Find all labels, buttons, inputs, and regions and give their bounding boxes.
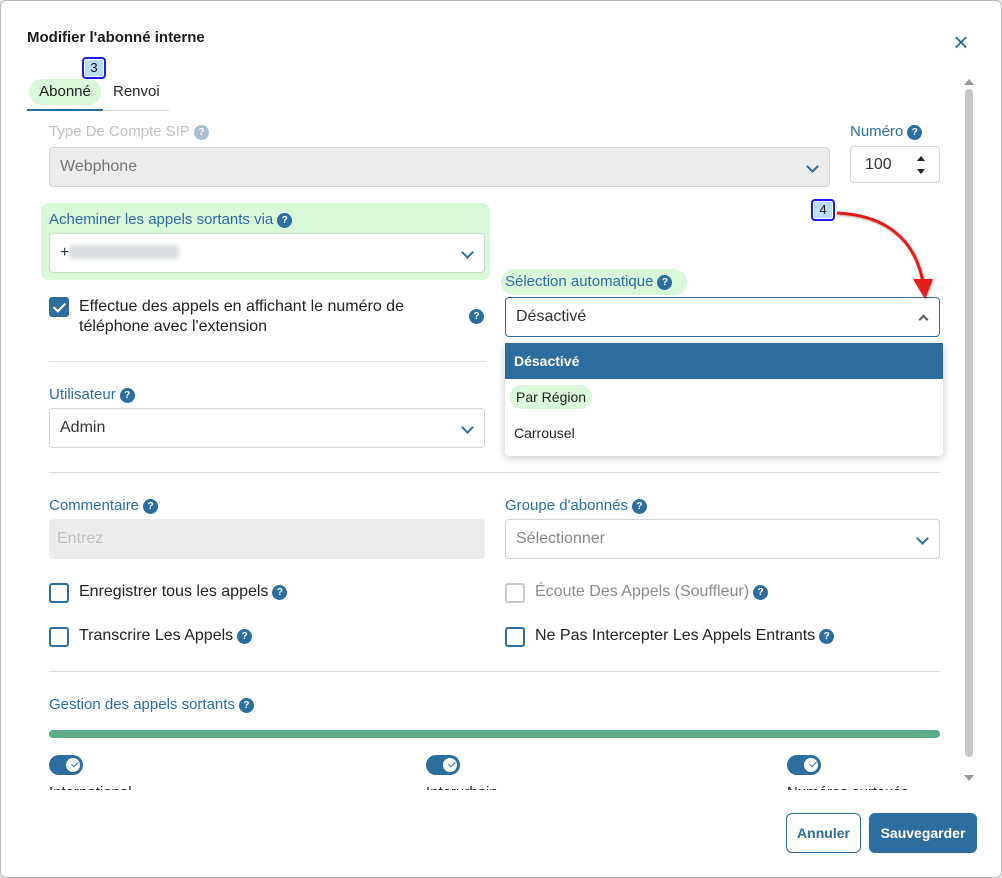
auto-selection-label: Sélection automatique?: [505, 273, 673, 290]
annotation-badge-3: 3: [82, 57, 106, 79]
no-intercept-label-text: Ne Pas Intercepter Les Appels Entrants: [535, 627, 816, 644]
sip-type-select: Webphone: [49, 147, 830, 187]
chevron-down-icon: [461, 421, 474, 434]
sip-type-label: Type De Compte SIP?: [49, 123, 209, 140]
outgoing-route-label-text: Acheminer les appels sortants via: [49, 211, 274, 228]
scrollbar-thumb[interactable]: [965, 89, 973, 757]
help-icon[interactable]: ?: [657, 275, 673, 290]
user-label: Utilisateur?: [49, 386, 135, 403]
subscriber-group-label-text: Groupe d'abonnés: [505, 497, 628, 514]
show-number-checkbox[interactable]: [49, 297, 69, 317]
number-value: 100: [865, 156, 892, 173]
dropdown-option-disabled[interactable]: Désactivé: [505, 343, 943, 379]
toggle-international[interactable]: [49, 755, 83, 775]
auto-selection-label-text: Sélection automatique: [505, 273, 654, 290]
tab-forwarding[interactable]: Renvoi: [103, 79, 170, 105]
auto-selection-value: Désactivé: [516, 308, 587, 325]
sip-type-value: Webphone: [60, 158, 138, 175]
number-label-text: Numéro: [850, 123, 904, 140]
subscriber-group-label: Groupe d'abonnés?: [505, 497, 647, 514]
record-calls-checkbox[interactable]: [49, 583, 69, 603]
user-label-text: Utilisateur: [49, 386, 116, 403]
divider: [49, 671, 940, 672]
help-icon[interactable]: ?: [238, 698, 254, 713]
annotation-arrow-icon: [836, 211, 933, 299]
subscriber-group-placeholder: Sélectionner: [516, 530, 605, 547]
comment-input[interactable]: Entrez: [49, 519, 485, 559]
edit-subscriber-modal: Modifier l'abonné interne × Abonné Renvo…: [0, 0, 1002, 878]
comment-label: Commentaire?: [49, 497, 159, 514]
dropdown-option-by-region[interactable]: Par Région: [505, 379, 943, 415]
outgoing-route-label: Acheminer les appels sortants via?: [49, 211, 293, 228]
active-tab-indicator: [27, 109, 103, 111]
sip-type-label-text: Type De Compte SIP: [49, 123, 190, 140]
help-icon[interactable]: ?: [469, 309, 484, 324]
no-intercept-checkbox[interactable]: [505, 627, 525, 647]
help-icon[interactable]: ?: [237, 629, 253, 644]
listen-calls-checkbox[interactable]: [505, 583, 525, 603]
scroll-up-icon[interactable]: [964, 79, 974, 85]
dropdown-option-by-region-label: Par Région: [510, 385, 593, 409]
transcribe-calls-checkbox[interactable]: [49, 627, 69, 647]
listen-calls-label: Écoute Des Appels (Souffleur)?: [535, 583, 769, 601]
record-calls-label-text: Enregistrer tous les appels: [79, 583, 269, 600]
outgoing-route-select[interactable]: +: [49, 233, 485, 273]
subscriber-group-select[interactable]: Sélectionner: [505, 519, 940, 559]
chevron-down-icon: [806, 160, 819, 173]
help-icon[interactable]: ?: [277, 213, 293, 228]
no-intercept-label: Ne Pas Intercepter Les Appels Entrants?: [535, 627, 835, 645]
comment-placeholder: Entrez: [57, 530, 104, 547]
toggle-premium-numbers[interactable]: [787, 755, 821, 775]
divider: [49, 472, 940, 473]
outgoing-route-value: +: [60, 244, 70, 261]
comment-label-text: Commentaire: [49, 497, 140, 514]
number-stepper[interactable]: 100: [850, 146, 940, 183]
tab-bar: Abonné Renvoi: [27, 77, 169, 111]
tab-subscriber[interactable]: Abonné: [29, 79, 101, 105]
toggle-international-label: International: [49, 784, 132, 790]
outgoing-management-label-text: Gestion des appels sortants: [49, 696, 235, 713]
chevron-down-icon: [916, 532, 929, 545]
toggle-premium-numbers-label: Numéros surtaxés: [787, 784, 909, 790]
stepper-arrows-icon[interactable]: [917, 155, 927, 177]
help-icon[interactable]: ?: [753, 585, 769, 600]
help-icon[interactable]: ?: [119, 388, 135, 403]
transcribe-calls-label: Transcrire Les Appels?: [79, 627, 253, 645]
listen-calls-label-text: Écoute Des Appels (Souffleur): [535, 583, 750, 600]
cancel-button[interactable]: Annuler: [786, 813, 861, 853]
transcribe-calls-label-text: Transcrire Les Appels: [79, 627, 234, 644]
redacted-phone-number: [69, 245, 180, 259]
toggle-long-distance-label: Interurbain: [426, 784, 498, 790]
number-label: Numéro?: [850, 123, 923, 140]
help-icon[interactable]: ?: [272, 585, 288, 600]
modal-title: Modifier l'abonné interne: [27, 29, 205, 46]
help-icon[interactable]: ?: [819, 629, 835, 644]
divider: [49, 361, 486, 362]
record-calls-label: Enregistrer tous les appels?: [79, 583, 288, 601]
show-number-label: Effectue des appels en affichant le numé…: [79, 298, 404, 335]
close-icon[interactable]: ×: [949, 29, 973, 55]
auto-selection-dropdown: Désactivé Par Région Carrousel: [505, 343, 943, 456]
help-icon[interactable]: ?: [143, 499, 159, 514]
dropdown-option-carousel[interactable]: Carrousel: [505, 415, 943, 451]
toggle-long-distance[interactable]: [426, 755, 460, 775]
chevron-up-icon: [918, 314, 929, 325]
outgoing-management-label: Gestion des appels sortants?: [49, 696, 254, 713]
user-select[interactable]: Admin: [49, 408, 485, 448]
user-value: Admin: [60, 419, 106, 436]
scroll-down-icon[interactable]: [964, 775, 974, 781]
help-icon[interactable]: ?: [193, 125, 209, 140]
outgoing-management-progress-bar: [49, 730, 940, 738]
help-icon[interactable]: ?: [907, 125, 923, 140]
chevron-down-icon: [461, 246, 474, 259]
help-icon[interactable]: ?: [631, 499, 647, 514]
save-button[interactable]: Sauvegarder: [869, 813, 977, 853]
